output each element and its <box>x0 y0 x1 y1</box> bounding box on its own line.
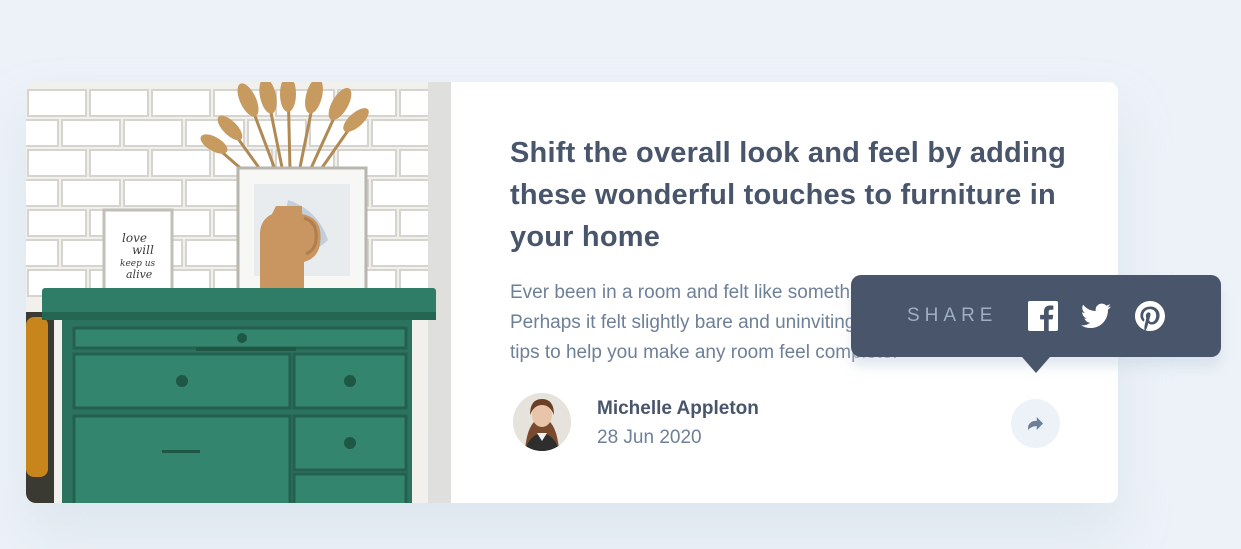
author-name: Michelle Appleton <box>597 398 759 419</box>
svg-text:alive: alive <box>126 268 153 281</box>
share-popup: SHARE <box>851 275 1221 373</box>
pinterest-icon[interactable] <box>1135 301 1165 331</box>
share-arrow-icon <box>1028 417 1043 430</box>
publish-date: 28 Jun 2020 <box>597 427 702 448</box>
facebook-icon[interactable] <box>1028 301 1058 331</box>
share-button[interactable] <box>1011 399 1060 448</box>
article-title: Shift the overall look and feel by addin… <box>510 137 1067 253</box>
svg-text:will: will <box>132 243 154 257</box>
author-block: Michelle Appleton 28 Jun 2020 <box>513 393 1073 453</box>
share-label: SHARE <box>907 305 998 326</box>
twitter-icon[interactable] <box>1081 301 1111 331</box>
avatar <box>513 393 571 451</box>
article-image: love will keep us alive <box>26 82 451 503</box>
drawers-illustration: love will keep us alive <box>26 82 451 503</box>
